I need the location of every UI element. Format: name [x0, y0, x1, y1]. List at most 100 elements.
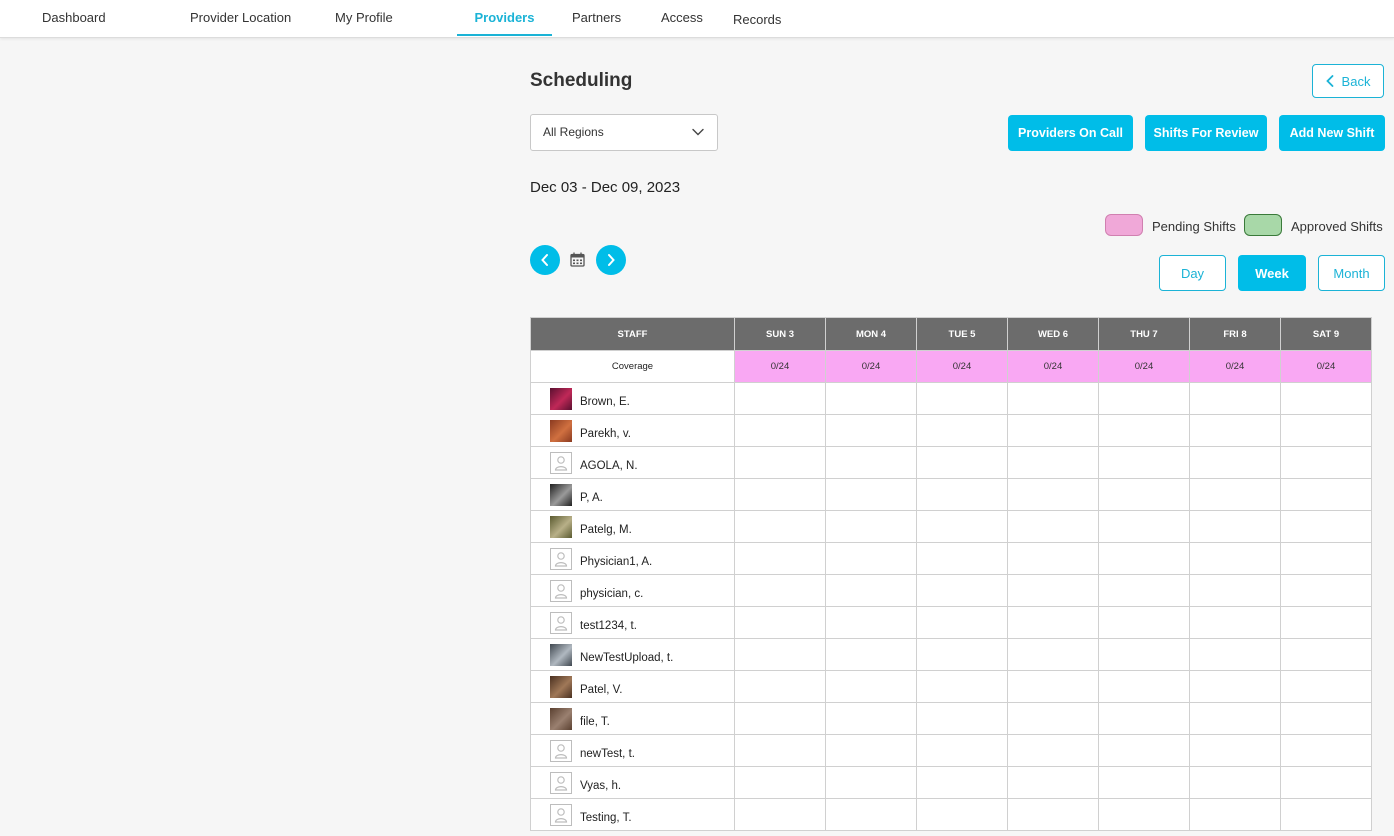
- back-button[interactable]: Back: [1312, 64, 1384, 98]
- staff-name[interactable]: Testing, T.: [580, 812, 632, 824]
- schedule-cell[interactable]: [825, 702, 917, 735]
- schedule-cell[interactable]: [825, 574, 917, 607]
- staff-name[interactable]: Vyas, h.: [580, 780, 621, 792]
- schedule-cell[interactable]: [1007, 510, 1099, 543]
- week-view-button[interactable]: Week: [1238, 255, 1306, 291]
- schedule-cell[interactable]: [1098, 414, 1190, 447]
- schedule-cell[interactable]: [916, 478, 1008, 511]
- schedule-cell[interactable]: [1280, 638, 1372, 671]
- schedule-cell[interactable]: [734, 446, 826, 479]
- schedule-cell[interactable]: [1189, 670, 1281, 703]
- schedule-cell[interactable]: [1007, 446, 1099, 479]
- next-week-button[interactable]: [596, 245, 626, 275]
- staff-name[interactable]: Patelg, M.: [580, 524, 632, 536]
- schedule-cell[interactable]: [1098, 798, 1190, 831]
- schedule-cell[interactable]: [825, 638, 917, 671]
- schedule-cell[interactable]: [825, 606, 917, 639]
- schedule-cell[interactable]: [916, 734, 1008, 767]
- schedule-cell[interactable]: [1098, 670, 1190, 703]
- schedule-cell[interactable]: [1189, 574, 1281, 607]
- schedule-cell[interactable]: [916, 638, 1008, 671]
- schedule-cell[interactable]: [1098, 382, 1190, 415]
- nav-item-records[interactable]: Records: [733, 2, 781, 38]
- schedule-cell[interactable]: [1098, 542, 1190, 575]
- schedule-cell[interactable]: [1007, 670, 1099, 703]
- schedule-cell[interactable]: [916, 766, 1008, 799]
- schedule-cell[interactable]: [1280, 478, 1372, 511]
- schedule-cell[interactable]: [916, 446, 1008, 479]
- region-select[interactable]: All Regions: [530, 114, 718, 151]
- schedule-cell[interactable]: [734, 382, 826, 415]
- staff-name[interactable]: Parekh, v.: [580, 428, 631, 440]
- schedule-cell[interactable]: [1098, 766, 1190, 799]
- schedule-cell[interactable]: [1098, 510, 1190, 543]
- schedule-cell[interactable]: [916, 510, 1008, 543]
- schedule-cell[interactable]: [916, 382, 1008, 415]
- schedule-cell[interactable]: [1189, 542, 1281, 575]
- schedule-cell[interactable]: [1007, 766, 1099, 799]
- schedule-cell[interactable]: [1007, 478, 1099, 511]
- schedule-cell[interactable]: [1280, 734, 1372, 767]
- schedule-cell[interactable]: [825, 542, 917, 575]
- schedule-cell[interactable]: [734, 414, 826, 447]
- schedule-cell[interactable]: [825, 478, 917, 511]
- schedule-cell[interactable]: [1280, 798, 1372, 831]
- staff-name[interactable]: newTest, t.: [580, 748, 635, 760]
- schedule-cell[interactable]: [1007, 574, 1099, 607]
- schedule-cell[interactable]: [734, 574, 826, 607]
- schedule-cell[interactable]: [916, 414, 1008, 447]
- schedule-cell[interactable]: [1280, 606, 1372, 639]
- schedule-cell[interactable]: [734, 510, 826, 543]
- nav-item-access[interactable]: Access: [661, 0, 703, 36]
- schedule-cell[interactable]: [1007, 542, 1099, 575]
- schedule-cell[interactable]: [1280, 510, 1372, 543]
- staff-name[interactable]: test1234, t.: [580, 620, 637, 632]
- schedule-cell[interactable]: [825, 446, 917, 479]
- schedule-cell[interactable]: [916, 670, 1008, 703]
- schedule-cell[interactable]: [1189, 446, 1281, 479]
- schedule-cell[interactable]: [1280, 382, 1372, 415]
- schedule-cell[interactable]: [1007, 798, 1099, 831]
- schedule-cell[interactable]: [734, 542, 826, 575]
- providers-on-call-button[interactable]: Providers On Call: [1008, 115, 1133, 151]
- schedule-cell[interactable]: [1007, 414, 1099, 447]
- schedule-cell[interactable]: [1280, 574, 1372, 607]
- schedule-cell[interactable]: [1098, 574, 1190, 607]
- schedule-cell[interactable]: [1189, 606, 1281, 639]
- schedule-cell[interactable]: [734, 734, 826, 767]
- nav-item-partners[interactable]: Partners: [572, 0, 621, 36]
- schedule-cell[interactable]: [1098, 446, 1190, 479]
- nav-item-my-profile[interactable]: My Profile: [335, 0, 393, 36]
- schedule-cell[interactable]: [825, 798, 917, 831]
- schedule-cell[interactable]: [734, 638, 826, 671]
- staff-name[interactable]: Patel, V.: [580, 684, 622, 696]
- schedule-cell[interactable]: [825, 510, 917, 543]
- schedule-cell[interactable]: [734, 702, 826, 735]
- schedule-cell[interactable]: [825, 414, 917, 447]
- schedule-cell[interactable]: [1280, 414, 1372, 447]
- nav-item-provider-location[interactable]: Provider Location: [190, 0, 291, 36]
- schedule-cell[interactable]: [1189, 478, 1281, 511]
- schedule-cell[interactable]: [1098, 638, 1190, 671]
- schedule-cell[interactable]: [916, 702, 1008, 735]
- schedule-cell[interactable]: [1007, 702, 1099, 735]
- schedule-cell[interactable]: [1280, 542, 1372, 575]
- schedule-cell[interactable]: [825, 670, 917, 703]
- schedule-cell[interactable]: [916, 606, 1008, 639]
- schedule-cell[interactable]: [1280, 446, 1372, 479]
- previous-week-button[interactable]: [530, 245, 560, 275]
- schedule-cell[interactable]: [734, 606, 826, 639]
- calendar-icon[interactable]: [570, 252, 585, 267]
- day-view-button[interactable]: Day: [1159, 255, 1226, 291]
- schedule-cell[interactable]: [825, 382, 917, 415]
- schedule-cell[interactable]: [1280, 766, 1372, 799]
- schedule-cell[interactable]: [916, 542, 1008, 575]
- staff-name[interactable]: AGOLA, N.: [580, 460, 638, 472]
- schedule-cell[interactable]: [1098, 702, 1190, 735]
- schedule-cell[interactable]: [1007, 734, 1099, 767]
- schedule-cell[interactable]: [1280, 670, 1372, 703]
- staff-name[interactable]: physician, c.: [580, 588, 643, 600]
- schedule-cell[interactable]: [1189, 766, 1281, 799]
- schedule-cell[interactable]: [734, 478, 826, 511]
- schedule-cell[interactable]: [1007, 638, 1099, 671]
